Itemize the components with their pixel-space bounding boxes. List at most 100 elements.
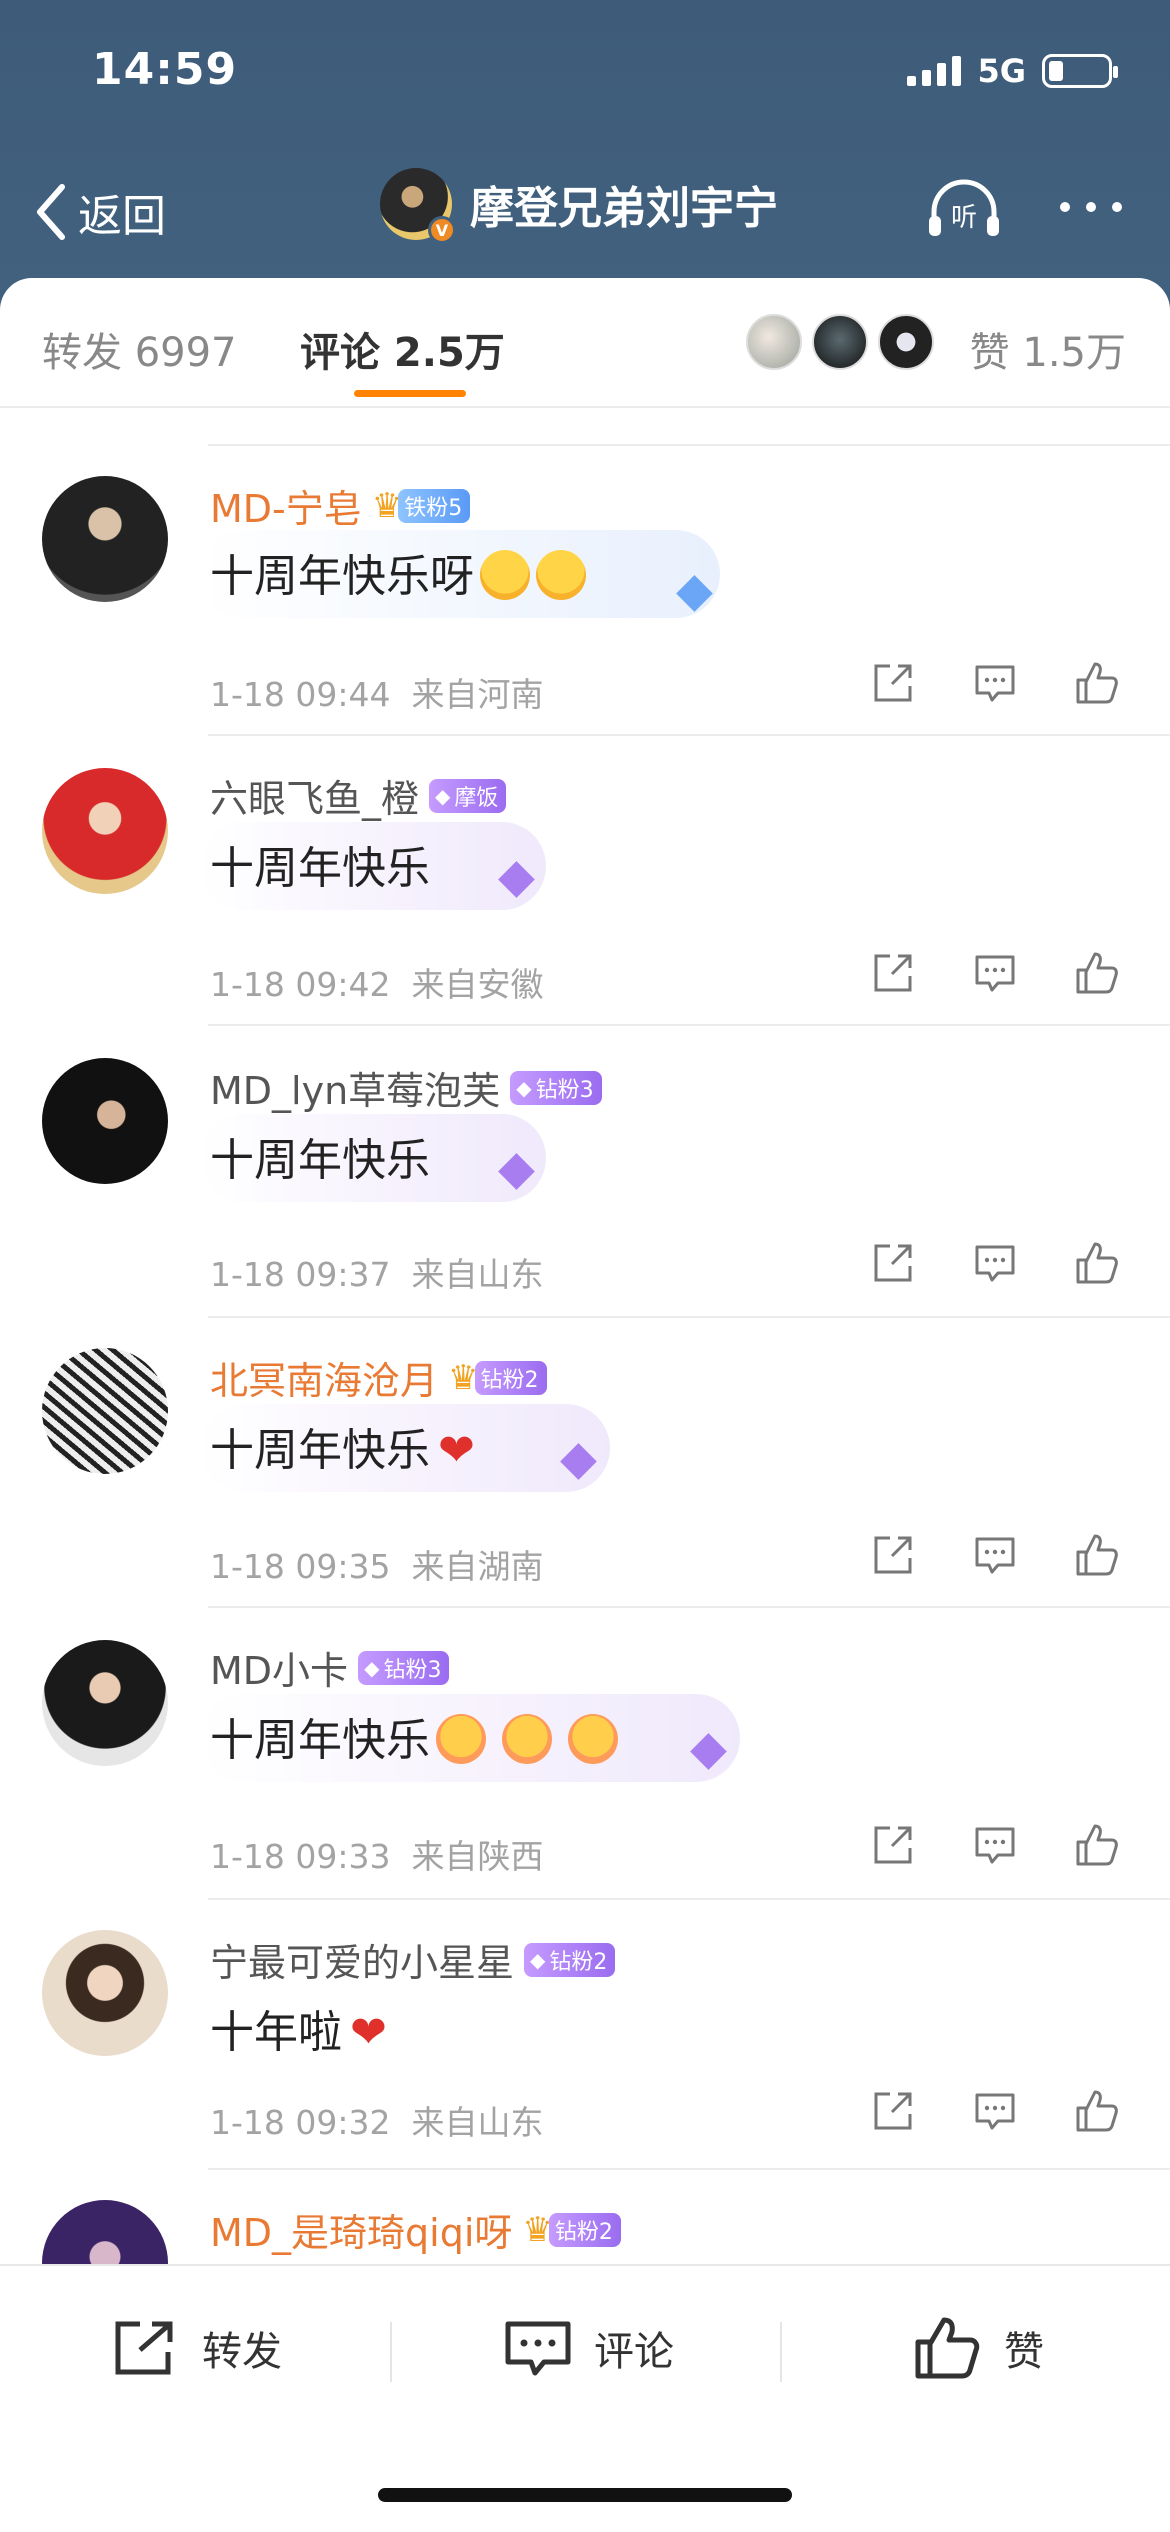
- comment-location: 来自陕西: [411, 1837, 544, 1876]
- comment-actions: [870, 1532, 1120, 1578]
- comment-icon: [505, 2321, 571, 2376]
- share-icon: [115, 2321, 173, 2375]
- heart-icon: ❤: [438, 1425, 475, 1476]
- comment-username[interactable]: MD_lyn草莓泡芙 ◆ 钻粉3: [210, 1060, 602, 1115]
- liker-avatars[interactable]: [746, 314, 934, 370]
- battery-icon: [1042, 54, 1118, 88]
- comment-avatar[interactable]: [42, 1640, 168, 1766]
- like-icon[interactable]: [1074, 660, 1120, 706]
- comment-text-content: 十年啦: [210, 2007, 342, 2058]
- fan-badge-label: 钻粉3: [383, 1657, 442, 1683]
- status-icons: 5G: [907, 52, 1118, 90]
- like-icon[interactable]: [1074, 950, 1120, 996]
- gem-icon: ◆: [530, 1947, 546, 1972]
- comment-icon[interactable]: [972, 2088, 1018, 2134]
- comment-location: 来自河南: [411, 675, 544, 714]
- fan-badge: 钻粉2: [474, 1360, 547, 1395]
- fan-badge: ◆ 钻粉2: [524, 1942, 616, 1977]
- previous-comment-peek: [208, 410, 1170, 446]
- love-emoji-icon: [568, 1714, 618, 1764]
- love-emoji-icon: [502, 1714, 552, 1764]
- bottom-like-button[interactable]: 赞: [912, 2316, 1044, 2380]
- fan-badge-label: 钻粉2: [549, 1949, 608, 1975]
- tab-bar: 转发 6997 评论 2.5万 赞 1.5万: [0, 278, 1170, 408]
- signal-icon: [907, 56, 962, 86]
- divider: [780, 2322, 782, 2382]
- comment-username[interactable]: 北冥南海沧月 ♛ 钻粉2: [210, 1350, 547, 1405]
- fan-badge-label: 钻粉3: [535, 1077, 594, 1103]
- comment-actions: [870, 950, 1120, 996]
- tab-likes[interactable]: 赞 1.5万: [970, 320, 1126, 378]
- tab-repost[interactable]: 转发 6997: [42, 320, 237, 378]
- username-text: MD小卡: [210, 1649, 349, 1693]
- home-indicator: [378, 2488, 792, 2502]
- comment-actions: [870, 1822, 1120, 1868]
- like-icon[interactable]: [1074, 1822, 1120, 1868]
- comment-avatar[interactable]: [42, 476, 168, 602]
- comment-actions: [870, 660, 1120, 706]
- share-icon[interactable]: [870, 1822, 916, 1868]
- back-chevron-icon: [37, 184, 65, 240]
- share-icon[interactable]: [870, 660, 916, 706]
- tab-comment[interactable]: 评论 2.5万: [300, 320, 505, 378]
- bubble-gem-icon: ◆: [498, 848, 535, 904]
- comment-icon[interactable]: [972, 950, 1018, 996]
- laugh-emoji-icon: [480, 550, 530, 600]
- comment-location: 来自山东: [411, 1255, 544, 1294]
- more-icon[interactable]: [1060, 202, 1122, 212]
- comment-actions: [870, 2088, 1120, 2134]
- comment-time: 1-18 09:42: [210, 965, 391, 1004]
- comment-icon[interactable]: [972, 1240, 1018, 1286]
- share-icon[interactable]: [870, 1240, 916, 1286]
- bubble-gem-icon: ◆: [498, 1140, 535, 1196]
- listen-button[interactable]: 听: [926, 178, 1002, 238]
- comment-icon[interactable]: [972, 1822, 1018, 1868]
- active-tab-indicator: [354, 390, 466, 397]
- comment-username[interactable]: MD_是琦琦qiqi呀 ♛ 钻粉2: [210, 2202, 621, 2257]
- comment-text: 十周年快乐: [210, 1704, 618, 1768]
- share-icon[interactable]: [870, 950, 916, 996]
- comment-icon[interactable]: [972, 660, 1018, 706]
- comment-avatar[interactable]: [42, 1058, 168, 1184]
- back-button[interactable]: 返回: [34, 180, 166, 244]
- comment-avatar[interactable]: [42, 1348, 168, 1474]
- username-text: MD_lyn草莓泡芙: [210, 1069, 501, 1113]
- fan-badge-label: 钻粉2: [480, 1367, 539, 1393]
- fan-badge: ◆ 摩饭: [429, 778, 507, 813]
- fan-badge-label: 铁粉5: [404, 495, 463, 521]
- bubble-gem-icon: ◆: [560, 1430, 597, 1486]
- crown-icon: ♛: [448, 1357, 479, 1398]
- bottom-like-label: 赞: [1004, 2329, 1044, 2375]
- comment-username[interactable]: MD-宁皂 ♛ 铁粉5: [210, 478, 471, 533]
- comment-icon[interactable]: [972, 1532, 1018, 1578]
- comment-text: 十周年快乐呀: [210, 540, 586, 604]
- divider: [390, 2322, 392, 2382]
- like-icon[interactable]: [1074, 2088, 1120, 2134]
- gem-icon: ◆: [435, 783, 451, 808]
- share-icon[interactable]: [870, 2088, 916, 2134]
- comment-username[interactable]: MD小卡 ◆ 钻粉3: [210, 1640, 450, 1695]
- username-text: 六眼飞鱼_橙: [210, 777, 420, 821]
- like-icon[interactable]: [1074, 1240, 1120, 1286]
- avatar: V: [380, 168, 456, 244]
- comment-time: 1-18 09:35: [210, 1547, 391, 1586]
- comment-avatar[interactable]: [42, 768, 168, 894]
- bubble-gem-icon: ◆: [690, 1720, 727, 1776]
- bottom-comment-label: 评论: [594, 2329, 674, 2375]
- divider: [208, 2168, 1170, 2170]
- comment-text: 十年啦 ❤: [210, 1996, 387, 2060]
- share-icon[interactable]: [870, 1532, 916, 1578]
- page-title-group[interactable]: V 摩登兄弟刘宇宁: [380, 168, 778, 244]
- fan-badge: ◆ 钻粉3: [510, 1070, 602, 1105]
- bottom-comment-button[interactable]: 评论: [502, 2316, 674, 2380]
- comment-username[interactable]: 宁最可爱的小星星 ◆ 钻粉2: [210, 1932, 616, 1987]
- comment-time: 1-18 09:44: [210, 675, 391, 714]
- comment-time: 1-18 09:32: [210, 2103, 391, 2142]
- comment-username[interactable]: 六眼飞鱼_橙 ◆ 摩饭: [210, 768, 507, 823]
- like-icon[interactable]: [1074, 1532, 1120, 1578]
- comment-meta: 1-18 09:42 来自安徽: [210, 958, 543, 1006]
- fan-badge-label: 钻粉2: [554, 2219, 613, 2245]
- fan-badge-label: 摩饭: [454, 785, 499, 811]
- bottom-repost-button[interactable]: 转发: [110, 2316, 282, 2380]
- comment-avatar[interactable]: [42, 1930, 168, 2056]
